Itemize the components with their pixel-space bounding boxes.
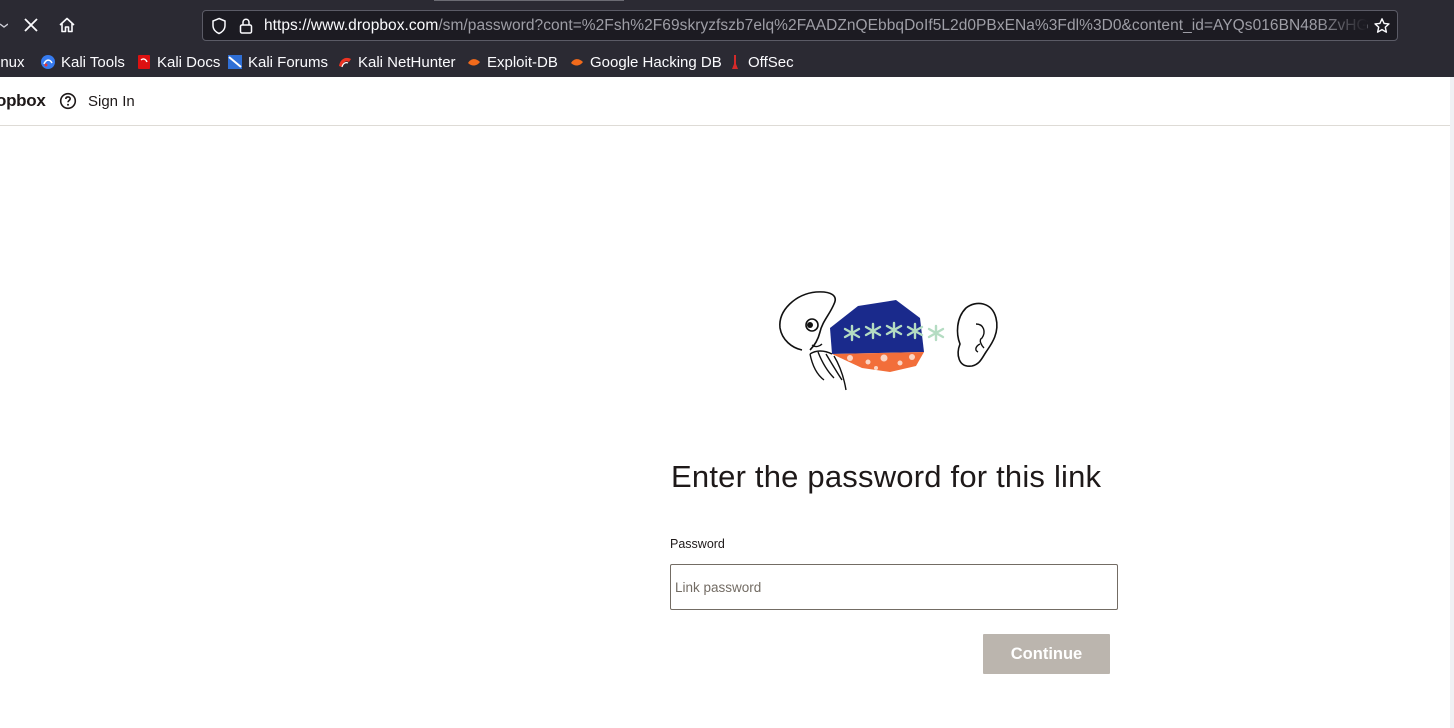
- password-whisper-illustration: [779, 291, 998, 391]
- ghdb-icon: [569, 54, 585, 70]
- bookmark-label: Exploit-DB: [487, 53, 558, 71]
- bookmark-offsec[interactable]: OffSec: [727, 50, 794, 74]
- url-fade: [1317, 11, 1367, 40]
- bookmark-label: Kali NetHunter: [358, 53, 456, 71]
- kali-docs-icon: [136, 54, 152, 70]
- help-icon[interactable]: [59, 92, 77, 110]
- face-mouth: [811, 343, 823, 348]
- chevron-down-icon[interactable]: [0, 16, 9, 34]
- ear-inner: [975, 323, 985, 353]
- lock-icon[interactable]: [236, 16, 256, 36]
- bookmark-label: Google Hacking DB: [590, 53, 722, 71]
- bookmarks-toolbar: inux Kali Tools Kali Docs Kali Forums Ka…: [0, 50, 1454, 76]
- bookmark-kali-linux[interactable]: inux: [0, 50, 25, 74]
- face-pupil: [807, 322, 813, 328]
- offsec-icon: [727, 54, 743, 70]
- bookmark-kali-docs[interactable]: Kali Docs: [136, 50, 220, 74]
- bookmark-kali-tools[interactable]: Kali Tools: [40, 50, 125, 74]
- ear-outline: [956, 302, 998, 367]
- url-text[interactable]: https://www.dropbox.com/sm/password?cont…: [264, 17, 1369, 35]
- stop-loading-button[interactable]: [18, 12, 44, 38]
- bookmark-label: inux: [0, 53, 25, 71]
- browser-navbar: https://www.dropbox.com/sm/password?cont…: [0, 0, 1454, 50]
- close-icon: [24, 18, 38, 32]
- browser-chrome: https://www.dropbox.com/sm/password?cont…: [0, 0, 1454, 77]
- bookmark-exploit-db[interactable]: Exploit-DB: [466, 50, 558, 74]
- home-icon: [59, 17, 75, 33]
- continue-button[interactable]: Continue: [983, 634, 1110, 674]
- password-input[interactable]: [670, 564, 1118, 610]
- bookmark-label: Kali Docs: [157, 53, 221, 71]
- kali-tools-icon: [40, 54, 56, 70]
- sign-in-link[interactable]: Sign In: [88, 93, 135, 110]
- bookmark-label: Kali Tools: [61, 53, 125, 71]
- bookmark-google-hacking-db[interactable]: Google Hacking DB: [569, 50, 722, 74]
- url-path: /sm/password?cont=%2Fsh%2F69skryzfszb7el…: [438, 17, 1369, 34]
- page-scrollbar[interactable]: [1450, 77, 1454, 728]
- password-label: Password: [670, 537, 725, 551]
- bookmark-label: OffSec: [748, 53, 794, 71]
- home-button[interactable]: [54, 12, 80, 38]
- site-header: opbox Sign In: [0, 77, 1450, 126]
- bookmark-kali-nethunter[interactable]: Kali NetHunter: [337, 50, 456, 74]
- kali-forums-icon: [227, 54, 243, 70]
- dropbox-logo[interactable]: opbox: [0, 91, 46, 111]
- address-bar[interactable]: https://www.dropbox.com/sm/password?cont…: [202, 10, 1398, 41]
- bookmark-label: Kali Forums: [248, 53, 329, 71]
- page-title: Enter the password for this link: [671, 459, 1102, 494]
- exploit-db-icon: [466, 54, 482, 70]
- bookmark-star-icon[interactable]: [1371, 15, 1393, 37]
- shield-icon[interactable]: [209, 16, 229, 36]
- url-host: https://www.dropbox.com: [264, 17, 439, 34]
- nethunter-icon: [337, 54, 353, 70]
- bookmark-kali-forums[interactable]: Kali Forums: [227, 50, 328, 74]
